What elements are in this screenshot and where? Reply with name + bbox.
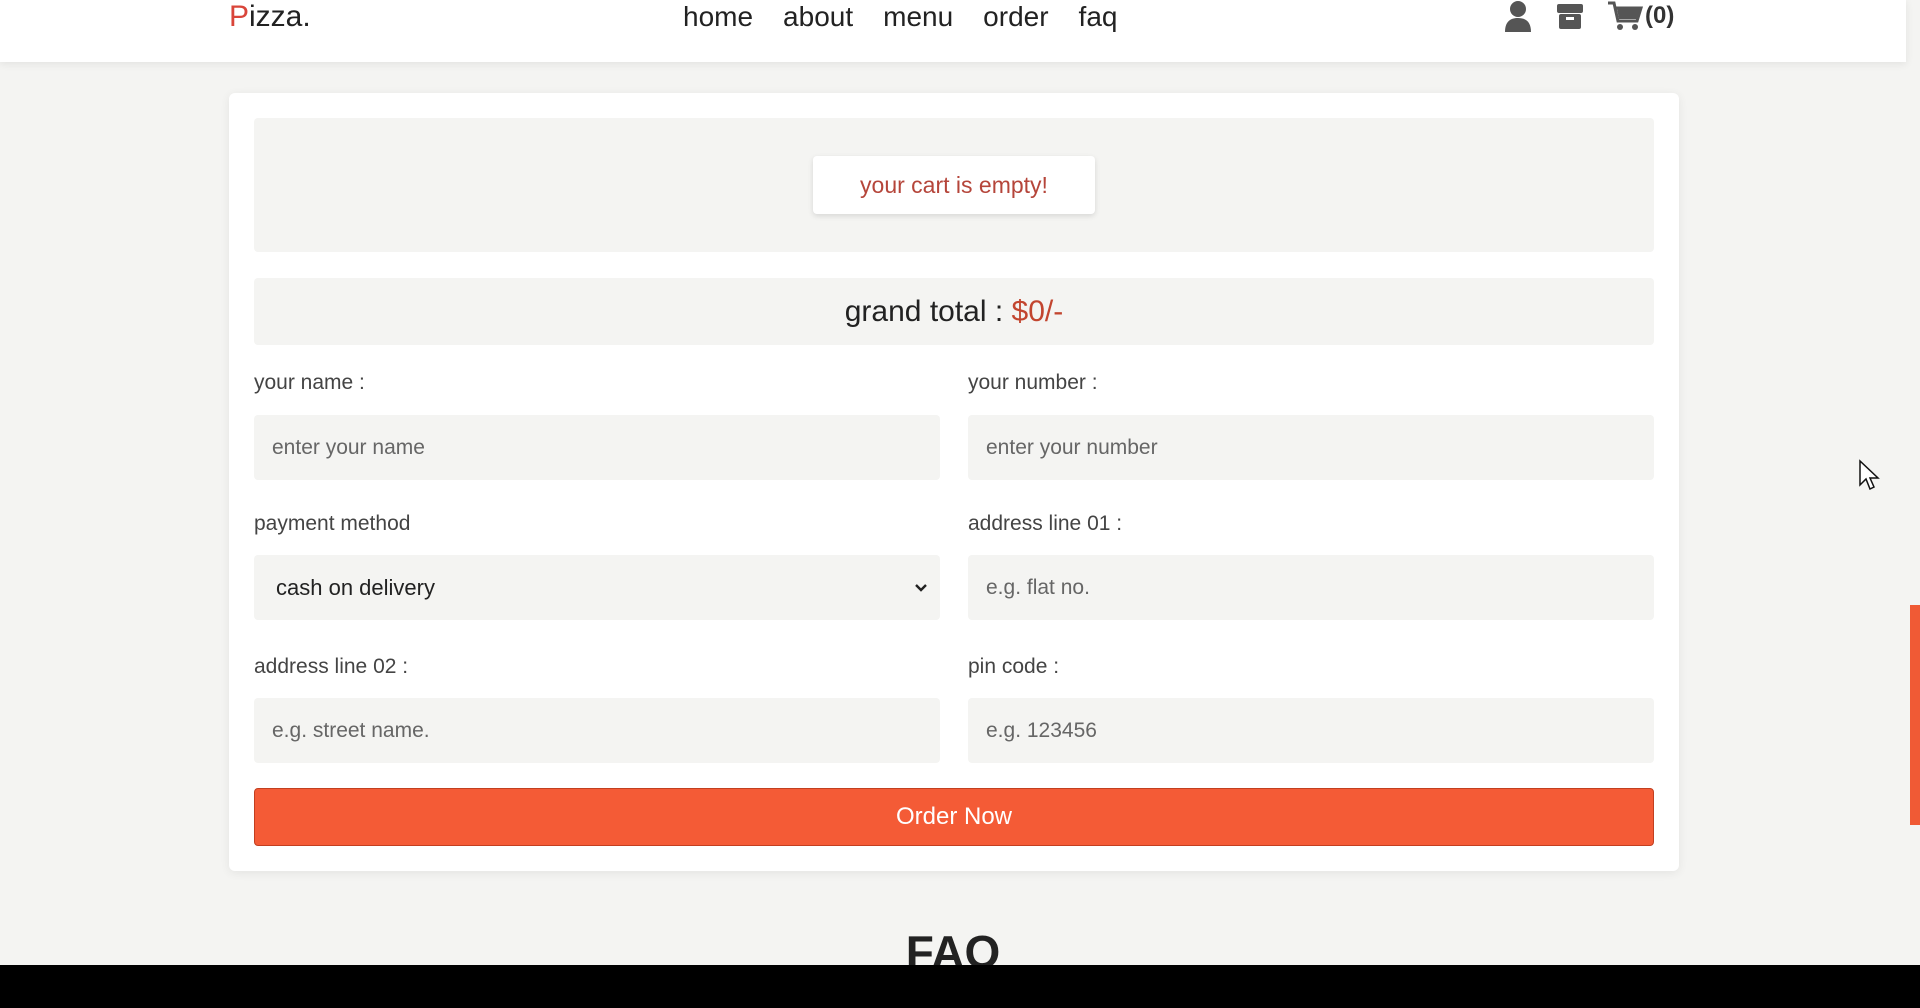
cart-icon [1608,1,1643,30]
mouse-cursor-icon [1859,459,1880,491]
nav-home[interactable]: home [683,0,753,34]
chevron-down-icon [915,583,927,592]
payment-label: payment method [254,512,411,535]
address1-input[interactable] [968,555,1654,620]
pin-label: pin code : [968,655,1060,678]
nav-about[interactable]: about [783,0,853,34]
pin-input[interactable] [968,698,1654,763]
header-icons: (0) [1503,0,1674,32]
site-header: Pizza. home about menu order faq (0) [0,0,1906,62]
payment-selected-value: cash on delivery [276,574,435,600]
address2-input[interactable] [254,698,940,763]
nav-menu[interactable]: menu [883,0,953,34]
logo-text: izza. [249,0,311,33]
checkout-card: your cart is empty! grand total : $0/- y… [229,93,1679,871]
grand-total-value: $0/- [1011,295,1064,328]
order-now-button[interactable]: Order Now [254,788,1654,846]
grand-total-label: grand total : [844,295,1012,328]
nav-faq[interactable]: faq [1079,0,1118,34]
grand-total: grand total : $0/- [254,278,1654,345]
cart-button[interactable]: (0) [1607,0,1674,32]
main-nav: home about menu order faq [683,0,1117,34]
bottom-bar [0,965,1920,1008]
number-label: your number : [968,371,1098,394]
logo-initial: P [229,0,250,33]
cart-items-area: your cart is empty! [254,118,1654,252]
empty-cart-message: your cart is empty! [813,156,1095,214]
name-input[interactable] [254,415,940,480]
number-input[interactable] [968,415,1654,480]
name-label: your name : [254,371,365,394]
address1-label: address line 01 : [968,512,1123,535]
user-icon[interactable] [1503,0,1533,32]
payment-method-select[interactable]: cash on delivery [254,555,940,620]
box-icon[interactable] [1555,1,1585,31]
scrollbar-thumb[interactable] [1910,605,1920,825]
site-logo[interactable]: Pizza. [229,0,311,34]
cart-count: (0) [1645,2,1675,29]
address2-label: address line 02 : [254,655,409,678]
nav-order[interactable]: order [983,0,1048,34]
